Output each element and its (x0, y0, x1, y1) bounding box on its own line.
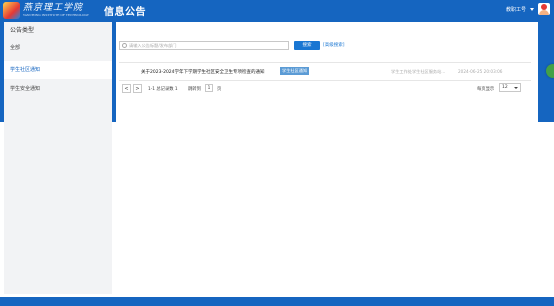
chevron-down-icon (514, 86, 518, 89)
sidebar-item-student-community[interactable]: 学生社区通知 (4, 61, 112, 79)
chevron-down-icon (530, 8, 534, 11)
page-title: 信息公告 (104, 7, 146, 18)
page-number-input[interactable]: 1 (205, 84, 213, 92)
sidebar-title: 公告类型 (10, 27, 35, 34)
chevron-right-icon: > (135, 85, 140, 92)
search-placeholder: 请输入公告标题/发布部门 (129, 43, 177, 48)
chevron-left-icon: < (124, 85, 129, 92)
user-menu[interactable]: 教职工号 (506, 6, 534, 13)
sidebar-item-all[interactable]: 全部 (4, 39, 112, 57)
jump-label: 跳转到 (188, 87, 201, 92)
per-page-value: 12 (502, 85, 508, 90)
logo-subtext: YANCHING INSTITUTE OF TECHNOLOGY (23, 13, 89, 17)
floating-assistant-icon[interactable] (546, 64, 554, 78)
bottom-bar (0, 297, 554, 306)
sidebar-item-label: 学生安全通知 (10, 86, 41, 92)
announcement-title[interactable]: 关于2023-2024学年下学期学生社区安全卫生专项检查的通知 (141, 69, 265, 75)
sidebar-item-label: 全部 (10, 45, 21, 51)
announcement-date: 2024-06-25 20:03:06 (458, 69, 503, 74)
search-button[interactable]: 搜索 (294, 41, 320, 50)
per-page-label: 每页显示 (477, 87, 495, 92)
school-logo[interactable]: 燕京理工学院 YANCHING INSTITUTE OF TECHNOLOGY (3, 2, 89, 19)
category-badge: 学生社区通知 (280, 67, 310, 75)
per-page-select[interactable]: 12 (499, 83, 521, 92)
user-name: 教职工号 (505, 7, 526, 13)
advanced-search-link[interactable]: [高级搜索] (323, 41, 345, 50)
logo-emblem-icon (3, 2, 20, 19)
top-bar: 燕京理工学院 YANCHING INSTITUTE OF TECHNOLOGY … (0, 0, 554, 22)
page-unit: 页 (217, 87, 222, 92)
divider (119, 62, 531, 63)
search-icon (122, 43, 127, 48)
sidebar-item-label: 学生社区通知 (10, 67, 41, 73)
next-page-button[interactable]: > (133, 84, 142, 93)
pagination-summary: 1-1 总记录数 1 (148, 87, 178, 92)
divider (119, 80, 531, 81)
avatar[interactable] (538, 3, 550, 15)
announcement-source: 学生工作处学生社区服务站... (391, 69, 446, 74)
main-content: 请输入公告标题/发布部门 搜索 [高级搜索] 关于2023-2024学年下学期学… (116, 22, 538, 294)
prev-page-button[interactable]: < (122, 84, 131, 93)
sidebar-item-student-safety[interactable]: 学生安全通知 (4, 80, 112, 98)
logo-text: 燕京理工学院 (23, 3, 84, 13)
sidebar: 公告类型 全部 学生社区通知 学生安全通知 (4, 22, 112, 294)
search-input[interactable]: 请输入公告标题/发布部门 (119, 41, 289, 50)
